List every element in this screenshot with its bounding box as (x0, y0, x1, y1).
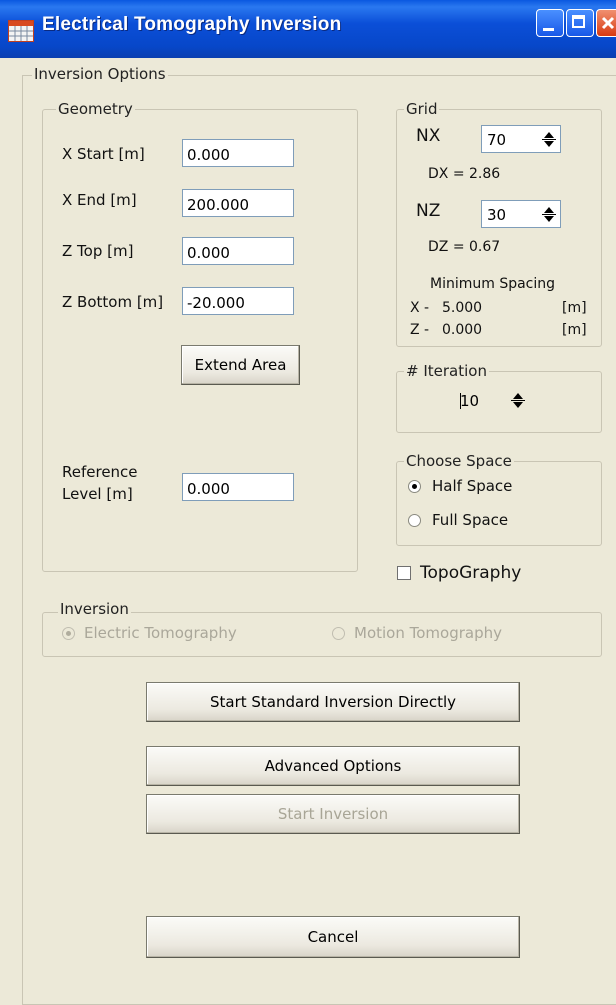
iteration-spinner[interactable]: 10 (455, 387, 529, 415)
advanced-options-button[interactable]: Advanced Options (146, 746, 520, 786)
z-top-field[interactable]: 0.000 (182, 237, 294, 265)
start-inversion-button: Start Inversion (146, 794, 520, 834)
reference-level-field[interactable]: 0.000 (182, 473, 294, 501)
nz-value: 30 (487, 206, 507, 224)
reference-level-label-line2: Level [m] (62, 485, 133, 503)
z-bottom-field[interactable]: -20.000 (182, 287, 294, 315)
x-start-label: X Start [m] (62, 145, 145, 163)
minimize-button[interactable] (536, 9, 564, 37)
motion-tomography-radio (332, 627, 345, 640)
title-bar[interactable]: Electrical Tomography Inversion (0, 0, 616, 58)
iteration-value: 10 (460, 392, 480, 410)
nz-label: NZ (416, 201, 441, 221)
nz-spinner[interactable]: 30 (481, 200, 561, 228)
electric-tomography-label: Electric Tomography (84, 624, 237, 642)
reference-level-label-line1: Reference (62, 463, 138, 481)
extend-area-button[interactable]: Extend Area (181, 345, 300, 385)
maximize-icon (572, 15, 585, 28)
x-end-label: X End [m] (62, 191, 137, 209)
inversion-label: Inversion (58, 600, 131, 618)
iteration-label: # Iteration (404, 362, 489, 380)
maximize-button[interactable] (566, 9, 594, 37)
z-spacing-axis: Z - (410, 322, 430, 338)
half-space-radio[interactable] (408, 480, 421, 493)
motion-tomography-label: Motion Tomography (354, 624, 502, 642)
x-spacing-axis: X - (410, 300, 430, 316)
grid-window-icon (8, 20, 34, 42)
start-standard-inversion-button[interactable]: Start Standard Inversion Directly (146, 682, 520, 722)
half-space-label[interactable]: Half Space (432, 477, 512, 495)
full-space-label[interactable]: Full Space (432, 511, 508, 529)
nx-label: NX (416, 126, 441, 146)
z-spacing-value: 0.000 (442, 322, 483, 338)
z-spacing-unit: [m] (562, 322, 587, 338)
topography-checkbox[interactable] (397, 566, 411, 580)
z-top-label: Z Top [m] (62, 242, 134, 260)
nx-spinner[interactable]: 70 (481, 125, 561, 153)
z-bottom-label: Z Bottom [m] (62, 293, 164, 311)
geometry-label: Geometry (56, 100, 135, 118)
x-spacing-value: 5.000 (442, 300, 483, 316)
close-icon (601, 16, 615, 30)
minimize-icon (543, 28, 554, 31)
x-end-field[interactable]: 200.000 (182, 189, 294, 217)
cancel-button[interactable]: Cancel (146, 916, 520, 958)
topography-label[interactable]: TopoGraphy (420, 563, 521, 583)
choose-space-group (396, 461, 602, 546)
choose-space-label: Choose Space (404, 452, 514, 470)
nx-value: 70 (487, 131, 507, 149)
spinner-arrows-icon[interactable] (511, 392, 525, 409)
spinner-arrows-icon[interactable] (542, 131, 556, 148)
inversion-options-label: Inversion Options (32, 65, 168, 83)
minimum-spacing-label: Minimum Spacing (430, 276, 556, 292)
spinner-arrows-icon[interactable] (542, 206, 556, 223)
electric-tomography-radio (62, 627, 75, 640)
dx-readout: DX = 2.86 (428, 166, 501, 182)
close-button[interactable] (596, 9, 616, 37)
full-space-radio[interactable] (408, 514, 421, 527)
grid-label: Grid (404, 100, 440, 118)
dz-readout: DZ = 0.67 (428, 239, 501, 255)
x-start-field[interactable]: 0.000 (182, 139, 294, 167)
window-title: Electrical Tomography Inversion (42, 14, 342, 35)
x-spacing-unit: [m] (562, 300, 587, 316)
